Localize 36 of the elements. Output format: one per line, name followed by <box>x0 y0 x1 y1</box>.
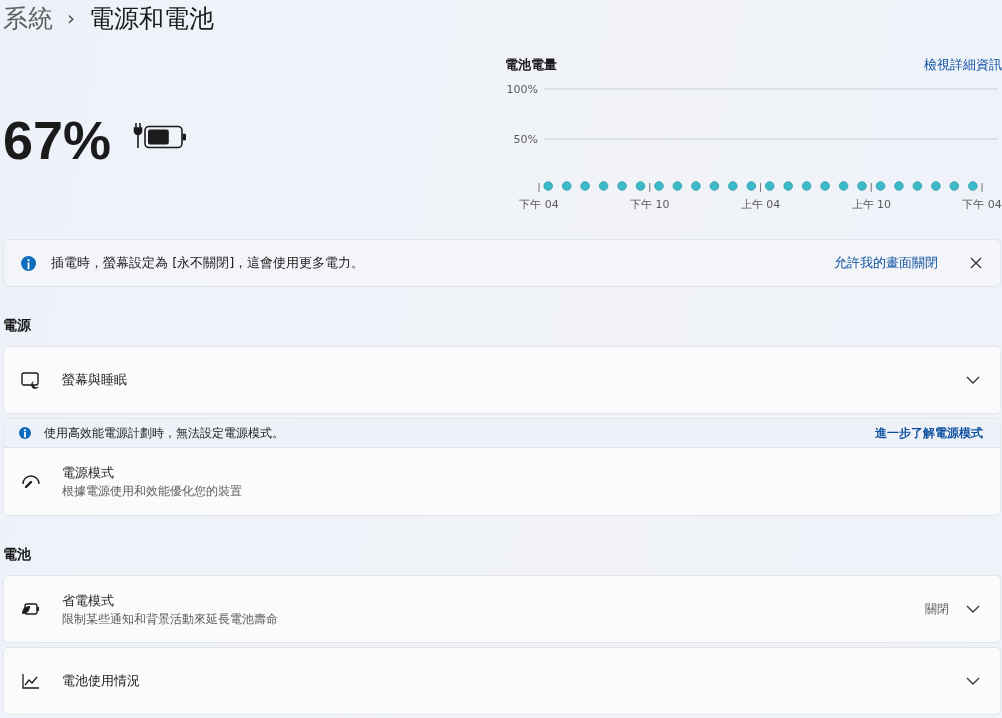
section-heading: 電源 <box>3 317 32 335</box>
chart-title: 電池電量 <box>505 56 557 74</box>
battery-percentage: 67% <box>3 109 112 171</box>
setting-value: 關閉 <box>925 600 949 618</box>
axis-label: 下午 10 <box>630 198 670 211</box>
setting-title: 省電模式 <box>62 591 115 610</box>
axis-label: 上午 10 <box>851 198 891 211</box>
setting-description: 根據電源使用和效能優化您的裝置 <box>62 484 243 499</box>
expander-card[interactable]: 螢幕與睡眠 <box>3 346 1001 414</box>
axis-label: 下午 04 <box>519 198 559 211</box>
gauge-icon <box>21 472 41 491</box>
battery-leaf-icon <box>21 600 41 618</box>
axis-label: 上午 04 <box>740 198 781 211</box>
details-link[interactable]: 檢視詳細資訊 <box>924 56 1002 74</box>
axis-label: 下午 04 <box>962 198 1002 211</box>
expander-card[interactable]: 電池使用情況 <box>3 647 1001 715</box>
display-moon-icon <box>21 371 41 389</box>
breadcrumb-link[interactable]: 系統 <box>3 1 53 35</box>
info-icon <box>21 255 36 271</box>
info-icon <box>19 427 31 439</box>
chevron-separator: › <box>67 6 75 30</box>
setting-title: 電源模式 <box>62 464 115 482</box>
section-heading: 電池 <box>3 546 32 564</box>
notice-message: 插電時，螢幕設定為 [永不關閉]，這會使用更多電力。 <box>51 254 366 272</box>
close-icon <box>970 257 982 269</box>
allow-screen-off-link[interactable]: 允許我的畫面關閉 <box>834 254 938 272</box>
line-chart-icon <box>21 672 41 690</box>
setting-title: 電池使用情況 <box>62 672 141 690</box>
setting-description: 限制某些通知和背景活動來延長電池壽命 <box>62 611 279 627</box>
info-message: 使用高效能電源計劃時，無法設定電源模式。 <box>44 425 285 441</box>
page-title: 電源和電池 <box>89 2 214 35</box>
axis-label: 100% <box>506 83 538 96</box>
expander-card[interactable]: 省電模式 限制某些通知和背景活動來延長電池壽命 關閉 <box>3 575 1001 643</box>
setting-title: 螢幕與睡眠 <box>62 371 128 389</box>
learn-more-link[interactable]: 進一步了解電源模式 <box>875 425 983 441</box>
axis-label: 50% <box>513 133 538 146</box>
